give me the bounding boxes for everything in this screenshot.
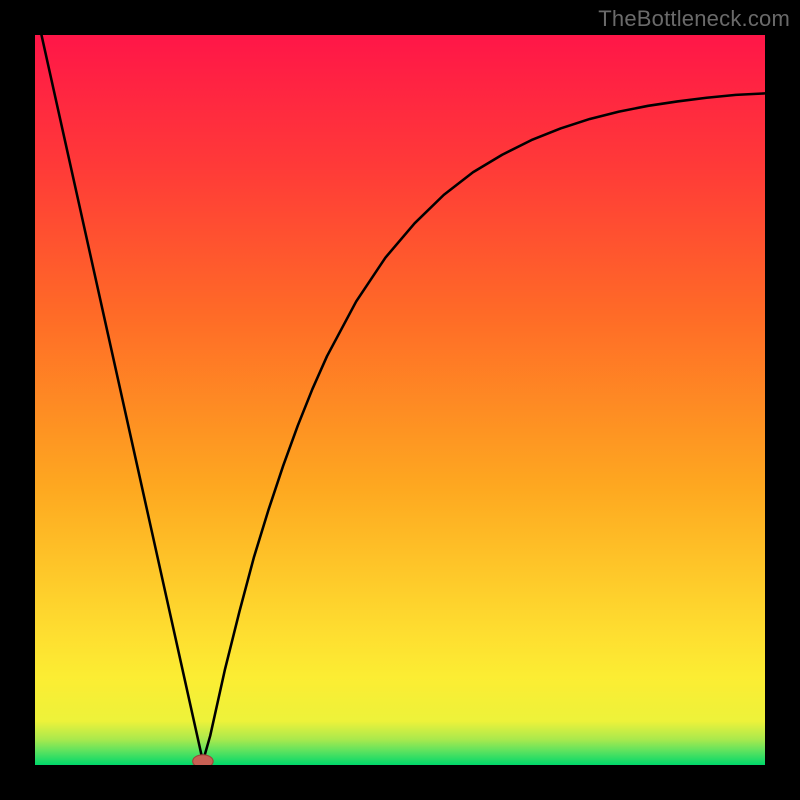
watermark-text: TheBottleneck.com — [598, 6, 790, 32]
gradient-background — [35, 35, 765, 765]
plot-frame — [35, 35, 765, 765]
plot-svg — [35, 35, 765, 765]
minimum-marker — [193, 755, 213, 765]
